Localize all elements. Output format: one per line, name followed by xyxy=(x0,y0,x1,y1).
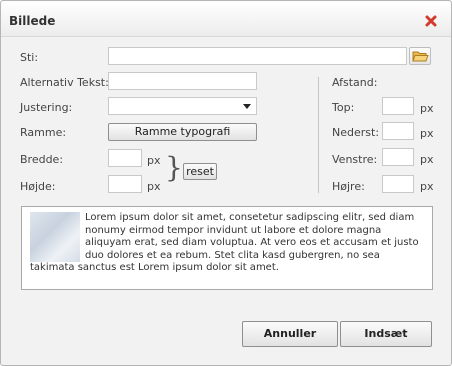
spacing-top-label: Top: xyxy=(332,101,355,114)
spacing-right-label: Højre: xyxy=(332,180,365,193)
path-label: Sti: xyxy=(20,51,39,64)
browse-button[interactable] xyxy=(409,47,431,65)
frame-style-button[interactable]: Ramme typografi xyxy=(108,123,257,141)
alignment-label: Justering: xyxy=(20,101,73,114)
height-label: Højde: xyxy=(20,180,56,193)
link-dimensions-brace: } xyxy=(165,151,183,184)
height-unit: px xyxy=(147,180,161,193)
dialog-titlebar: Billede xyxy=(1,1,451,37)
alt-text-label: Alternativ Tekst: xyxy=(20,76,109,89)
preview-text-block: Lorem ipsum dolor sit amet, consetetur s… xyxy=(22,212,426,275)
spacing-bottom-label: Nederst: xyxy=(332,126,380,139)
spacing-left-unit: px xyxy=(420,153,434,166)
spacing-top-input[interactable] xyxy=(382,97,414,115)
preview-text: Lorem ipsum dolor sit amet, consetetur s… xyxy=(30,212,419,274)
alignment-select[interactable] xyxy=(108,97,257,115)
folder-icon xyxy=(412,51,429,62)
chevron-down-icon xyxy=(243,104,251,109)
spacing-right-unit: px xyxy=(420,180,434,193)
image-preview: Lorem ipsum dolor sit amet, consetetur s… xyxy=(21,206,433,290)
spacing-right-input[interactable] xyxy=(382,175,414,193)
reset-button[interactable]: reset xyxy=(183,163,217,180)
frame-label: Ramme: xyxy=(20,126,67,139)
column-divider xyxy=(318,77,319,193)
alt-text-input[interactable] xyxy=(108,72,257,90)
spacing-bottom-unit: px xyxy=(420,127,434,140)
spacing-left-label: Venstre: xyxy=(332,153,378,166)
spacing-top-unit: px xyxy=(420,102,434,115)
spacing-bottom-input[interactable] xyxy=(382,122,414,140)
dialog-title: Billede xyxy=(9,14,56,28)
cancel-button[interactable]: Annuller xyxy=(242,321,338,347)
width-unit: px xyxy=(147,154,161,167)
image-dialog: Billede Sti: Alternativ Tekst: Justering… xyxy=(0,0,452,366)
spacing-heading: Afstand: xyxy=(332,76,378,89)
close-icon[interactable] xyxy=(425,15,437,27)
width-input[interactable] xyxy=(108,149,142,167)
insert-button[interactable]: Indsæt xyxy=(340,321,432,347)
path-input[interactable] xyxy=(108,47,407,65)
width-label: Bredde: xyxy=(20,153,64,166)
height-input[interactable] xyxy=(108,175,142,193)
spacing-left-input[interactable] xyxy=(382,148,414,166)
